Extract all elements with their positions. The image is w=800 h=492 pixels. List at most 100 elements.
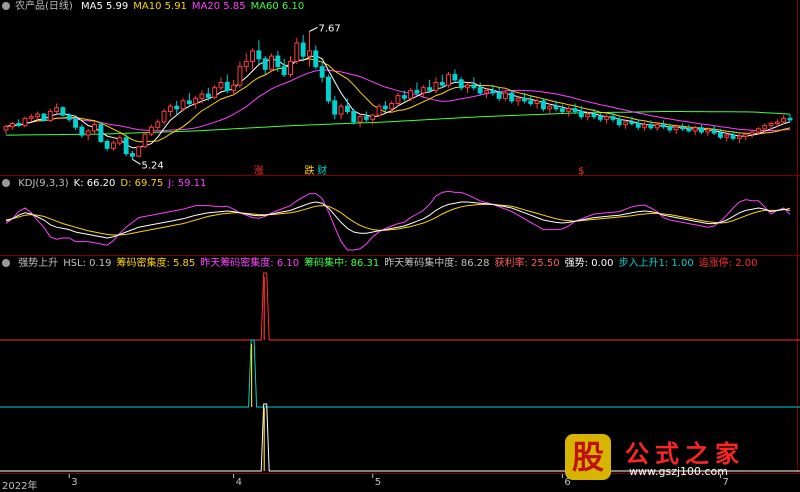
candle xyxy=(439,82,445,86)
candle xyxy=(60,107,66,116)
candle xyxy=(66,114,72,120)
legend-item: 昨天筹码密集度: 6.10 xyxy=(200,258,300,269)
legend-item: MA5 5.99 xyxy=(81,1,129,12)
ma60-line xyxy=(6,110,791,136)
candle xyxy=(111,142,116,149)
candle xyxy=(414,89,420,94)
candle xyxy=(610,116,616,120)
main-legend: 农产品(日线) MA5 5.99 MA10 5.91 MA20 5.85 MA60 6… xyxy=(0,0,309,14)
legend-item: MA60 6.10 xyxy=(250,1,305,12)
candle xyxy=(16,123,22,127)
candle xyxy=(319,66,325,78)
candle xyxy=(98,124,104,142)
pane-menu-icon[interactable] xyxy=(2,2,10,10)
candle xyxy=(401,95,407,99)
candle xyxy=(724,134,730,138)
x-tick-label: 5 xyxy=(374,477,382,488)
candle xyxy=(490,89,496,94)
candle xyxy=(597,116,603,120)
candle xyxy=(755,128,761,133)
legend-item: 筹码集中: 86.31 xyxy=(304,258,380,269)
candle xyxy=(382,105,388,110)
candle xyxy=(275,55,281,68)
candle xyxy=(477,87,483,94)
candle xyxy=(142,133,148,148)
stock-chart: 7.67 5.24 涨 跌财 $ xyxy=(0,0,800,478)
candle xyxy=(699,127,704,133)
candle xyxy=(294,42,300,62)
candle xyxy=(484,89,490,94)
candle xyxy=(22,117,28,127)
candle xyxy=(559,108,565,112)
legend-item: MA20 5.85 xyxy=(191,1,246,12)
candle xyxy=(54,107,59,112)
candle xyxy=(3,126,9,131)
candle xyxy=(446,74,452,86)
candle xyxy=(730,134,736,139)
annotation-arrow xyxy=(132,158,141,165)
watermark: 股 公式之家 www.gszj100.com xyxy=(557,434,793,484)
candle xyxy=(338,105,344,115)
candle xyxy=(85,130,91,136)
candle xyxy=(281,66,287,76)
candle xyxy=(737,135,742,139)
signal-line xyxy=(0,272,800,341)
candle xyxy=(572,108,578,112)
candle xyxy=(351,110,357,123)
annotation-arrow xyxy=(309,26,318,32)
legend-item: J: 59.11 xyxy=(168,178,207,189)
candle xyxy=(193,97,199,105)
legend-item: 强势: 0.00 xyxy=(564,258,614,269)
candle xyxy=(654,124,660,129)
kdj-j-line xyxy=(5,190,791,251)
candle xyxy=(224,82,230,91)
candle xyxy=(604,116,610,120)
candle xyxy=(250,50,256,62)
signal-label: 财 xyxy=(317,164,327,177)
pane-menu-icon[interactable] xyxy=(2,179,10,187)
candle xyxy=(205,93,211,98)
candle xyxy=(389,103,395,110)
candle xyxy=(28,116,34,119)
candle xyxy=(199,93,205,99)
legend-item: D: 69.75 xyxy=(120,178,164,189)
candle xyxy=(496,92,502,99)
price-annotation: 5.24 xyxy=(141,160,163,171)
x-tick-label: 4 xyxy=(235,477,242,488)
candle xyxy=(161,110,167,123)
candle xyxy=(762,125,768,130)
legend-item: 强势上升 xyxy=(18,258,59,269)
candle xyxy=(458,79,464,89)
candle xyxy=(433,82,439,91)
candle xyxy=(167,105,173,112)
candle xyxy=(642,124,647,128)
candle xyxy=(104,141,110,149)
candle xyxy=(117,137,123,144)
candle xyxy=(680,126,685,130)
candle xyxy=(345,105,350,112)
candle xyxy=(534,100,540,105)
candle xyxy=(768,123,774,127)
candle xyxy=(237,66,243,86)
candle xyxy=(522,97,527,102)
legend-item: MA10 5.91 xyxy=(133,1,187,12)
candle xyxy=(243,60,249,68)
candle xyxy=(616,118,622,126)
candle xyxy=(509,92,515,102)
candle xyxy=(73,118,78,128)
candle xyxy=(376,105,382,116)
candle xyxy=(307,50,312,57)
candle xyxy=(692,127,698,132)
candle xyxy=(711,129,717,134)
candle xyxy=(79,126,85,136)
candle xyxy=(629,121,635,125)
candle xyxy=(35,113,41,118)
legend-item: 获利率: 25.50 xyxy=(494,258,560,269)
signal-label: 涨 xyxy=(254,165,264,177)
watermark-title: 公式之家 xyxy=(625,440,745,468)
candle xyxy=(212,87,218,98)
candle xyxy=(452,74,458,81)
candle xyxy=(528,100,534,105)
candle xyxy=(123,137,129,155)
pane-menu-icon[interactable] xyxy=(2,259,10,267)
